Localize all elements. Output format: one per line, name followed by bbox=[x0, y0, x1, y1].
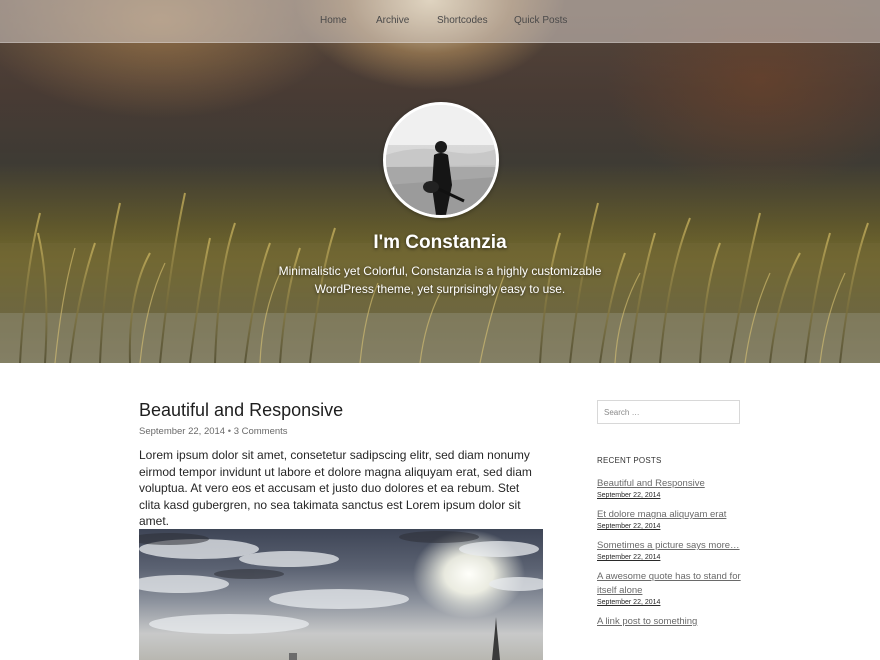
search-input[interactable] bbox=[597, 400, 740, 424]
nav-item-archive[interactable]: Archive bbox=[376, 15, 409, 26]
post-featured-image[interactable] bbox=[139, 529, 543, 660]
post-comments-link[interactable]: 3 Comments bbox=[234, 426, 288, 437]
recent-posts-list: Beautiful and Responsive September 22, 2… bbox=[597, 477, 747, 638]
post-meta: September 22, 2014 • 3 Comments bbox=[139, 426, 288, 437]
paris-sky-image bbox=[139, 531, 543, 660]
site-title[interactable]: I'm Constanzia bbox=[0, 232, 880, 254]
nav-item-quick-posts[interactable]: Quick Posts bbox=[514, 15, 567, 26]
recent-post-link[interactable]: A link post to something bbox=[597, 615, 747, 629]
list-item: Sometimes a picture says more… September… bbox=[597, 539, 747, 561]
recent-post-date[interactable]: September 22, 2014 bbox=[597, 554, 747, 561]
recent-post-date[interactable]: September 22, 2014 bbox=[597, 599, 747, 606]
nav-item-shortcodes[interactable]: Shortcodes bbox=[437, 15, 488, 26]
nav-item-home[interactable]: Home bbox=[320, 15, 347, 26]
meta-separator: • bbox=[227, 426, 232, 437]
post-excerpt: Lorem ipsum dolor sit amet, consetetur s… bbox=[139, 448, 532, 528]
avatar[interactable] bbox=[383, 102, 499, 218]
recent-post-date[interactable]: September 22, 2014 bbox=[597, 492, 747, 499]
top-navigation: Home Archive Shortcodes Quick Posts bbox=[0, 0, 880, 43]
post-title[interactable]: Beautiful and Responsive bbox=[139, 400, 343, 421]
recent-posts-heading: RECENT POSTS bbox=[597, 456, 662, 465]
recent-post-link[interactable]: A awesome quote has to stand for itself … bbox=[597, 570, 747, 598]
recent-post-link[interactable]: Et dolore magna aliquyam erat bbox=[597, 508, 747, 522]
site-description: Minimalistic yet Colorful, Constanzia is… bbox=[278, 264, 602, 296]
post-date-link[interactable]: September 22, 2014 bbox=[139, 426, 225, 437]
list-item: Et dolore magna aliquyam erat September … bbox=[597, 508, 747, 530]
list-item: Beautiful and Responsive September 22, 2… bbox=[597, 477, 747, 499]
list-item: A link post to something bbox=[597, 615, 747, 629]
recent-post-link[interactable]: Sometimes a picture says more… bbox=[597, 539, 747, 553]
recent-post-link[interactable]: Beautiful and Responsive bbox=[597, 477, 747, 491]
list-item: A awesome quote has to stand for itself … bbox=[597, 570, 747, 606]
recent-post-date[interactable]: September 22, 2014 bbox=[597, 523, 747, 530]
person-with-guitar-image bbox=[386, 105, 496, 215]
